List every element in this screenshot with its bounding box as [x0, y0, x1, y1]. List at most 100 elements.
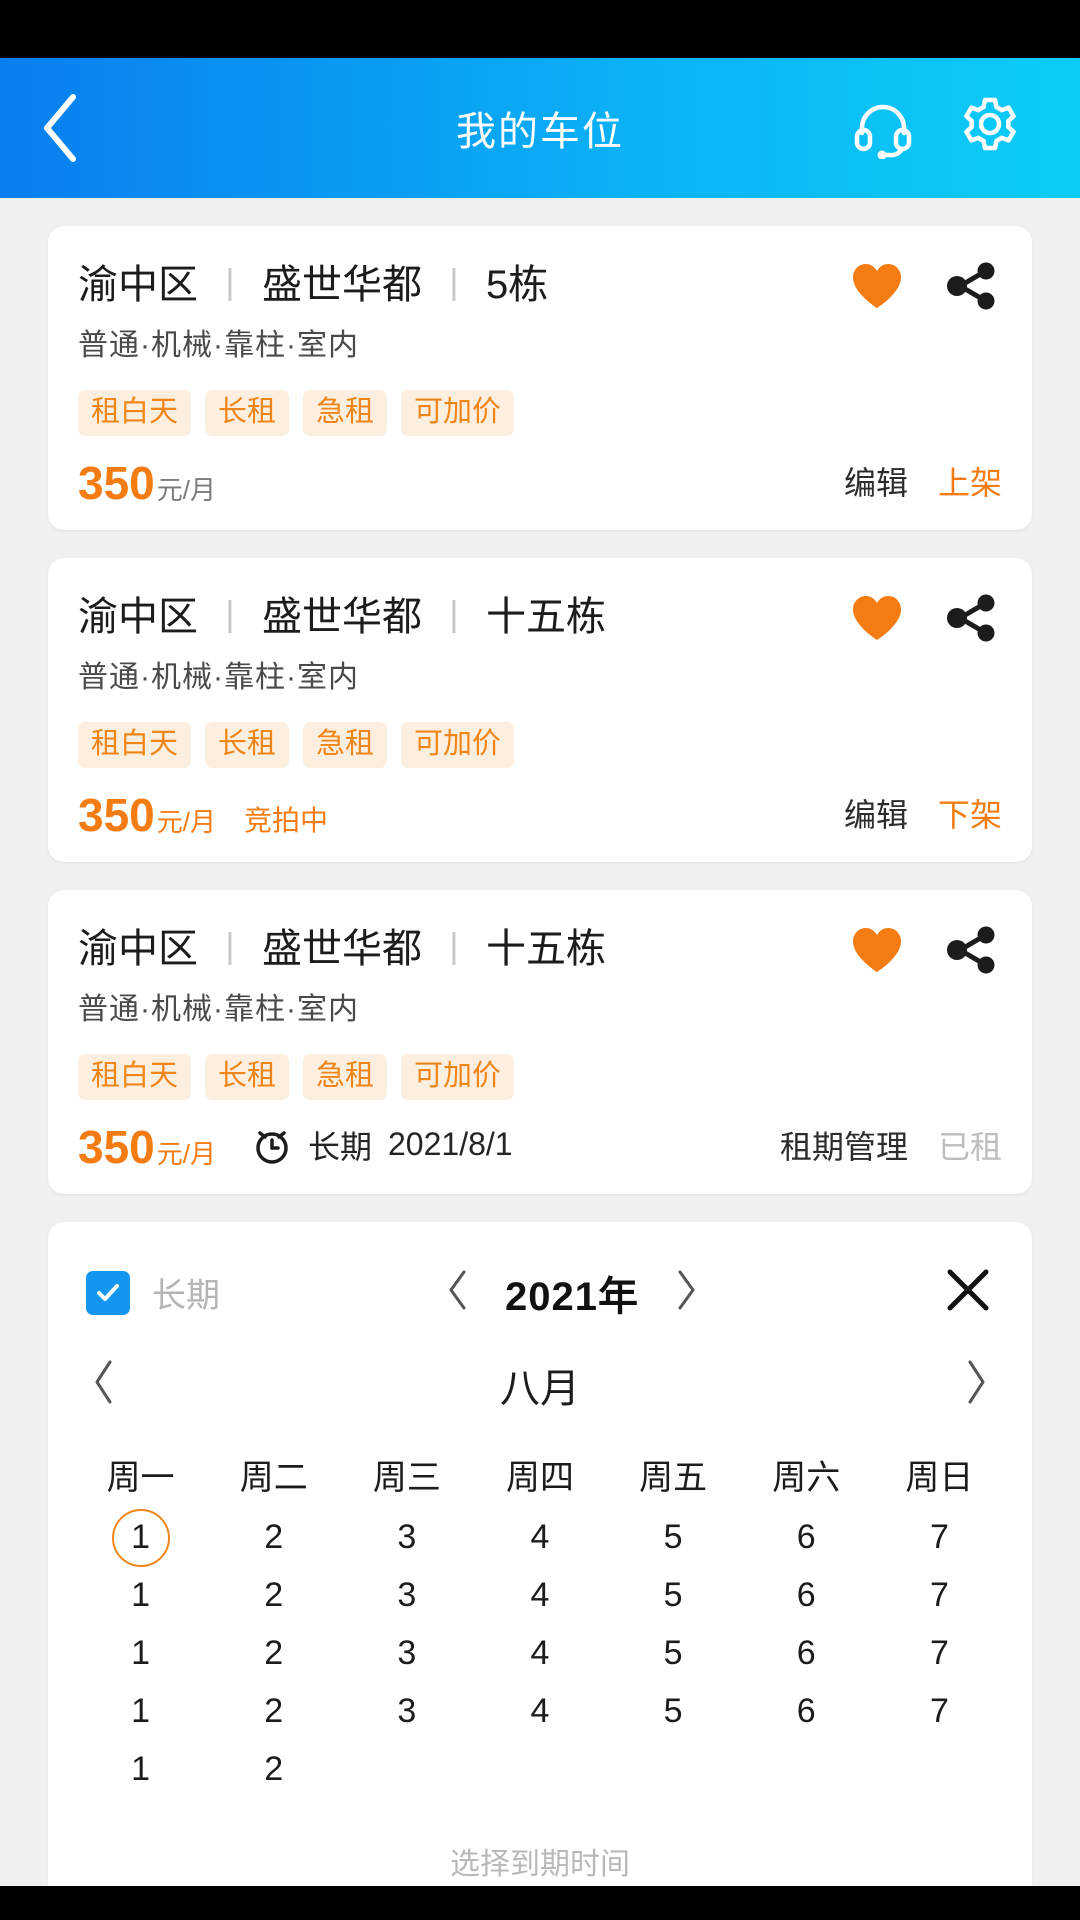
year-value: 2021年 [505, 1274, 639, 1319]
manage-term-action[interactable]: 租期管理 [780, 1122, 908, 1168]
card-attributes: 普通·机械·靠柱·室内 [78, 992, 359, 1026]
share-icon [944, 260, 998, 312]
price-unit: 元/月 [156, 474, 216, 505]
title-divider: 丨 [436, 596, 473, 638]
card-building: 十五栋 [486, 926, 607, 971]
calendar-day[interactable]: 6 [740, 1625, 873, 1683]
date-picker-header: 长期 2021年 [48, 1222, 1032, 1344]
card-attributes: 普通·机械·靠柱·室内 [78, 660, 359, 694]
calendar-day[interactable]: 1 [74, 1508, 207, 1567]
share-button[interactable] [944, 260, 998, 312]
card-icon-actions [850, 916, 1002, 976]
calendar-day[interactable]: 7 [873, 1509, 1006, 1567]
share-button[interactable] [944, 924, 998, 976]
calendar-day[interactable]: 4 [473, 1625, 606, 1683]
bottom-nav-bar [0, 1886, 1080, 1920]
card-text-actions: 租期管理 已租 [780, 1122, 1002, 1170]
calendar-day[interactable]: 1 [74, 1683, 207, 1741]
calendar-day[interactable]: 6 [740, 1509, 873, 1567]
settings-button[interactable] [958, 96, 1022, 160]
favorite-button[interactable] [850, 261, 904, 311]
card-list: 渝中区 丨 盛世华都 丨 5栋 普通·机械·靠柱·室内 租白天 长租 急租 可加… [0, 198, 1080, 1886]
weekday-label: 周三 [372, 1458, 441, 1497]
calendar-day[interactable]: 5 [607, 1683, 740, 1741]
share-button[interactable] [944, 592, 998, 644]
calendar-day[interactable]: 2 [207, 1625, 340, 1683]
calendar-day-empty [873, 1741, 1006, 1799]
year-prev-button[interactable] [445, 1268, 471, 1317]
calendar-day[interactable]: 2 [207, 1741, 340, 1799]
selected-day: 1 [111, 1508, 170, 1567]
calendar-day-empty [473, 1741, 606, 1799]
price-unit: 元/月 [156, 1138, 216, 1169]
card-text-actions: 编辑 下架 [844, 790, 1002, 838]
calendar-day[interactable]: 1 [74, 1625, 207, 1683]
parking-card[interactable]: 渝中区 丨 盛世华都 丨 5栋 普通·机械·靠柱·室内 租白天 长租 急租 可加… [48, 226, 1032, 530]
calendar-day[interactable]: 3 [340, 1509, 473, 1567]
calendar-day[interactable]: 2 [207, 1683, 340, 1741]
edit-action[interactable]: 编辑 [844, 458, 908, 504]
calendar-day[interactable]: 1 [74, 1741, 207, 1799]
card-text-actions: 编辑 上架 [844, 458, 1002, 506]
parking-card[interactable]: 渝中区 丨 盛世华都 丨 十五栋 普通·机械·靠柱·室内 租白天 长租 急租 可… [48, 557, 1032, 862]
edit-action[interactable]: 编辑 [844, 790, 908, 836]
calendar-day[interactable]: 5 [607, 1625, 740, 1683]
tag: 租白天 [78, 390, 192, 436]
calendar-day[interactable]: 3 [340, 1567, 473, 1625]
card-title-block: 渝中区 丨 盛世华都 丨 十五栋 普通·机械·靠柱·室内 [78, 916, 850, 1028]
month-next-button[interactable] [962, 1357, 990, 1412]
back-button[interactable] [0, 58, 120, 198]
calendar-day[interactable]: 7 [873, 1683, 1006, 1741]
weekday-label: 周日 [905, 1458, 974, 1497]
calendar-day[interactable]: 6 [740, 1683, 873, 1741]
close-picker-button[interactable] [924, 1264, 994, 1321]
month-value: 八月 [500, 1366, 580, 1411]
listing-action[interactable]: 上架 [938, 458, 1002, 504]
favorite-button[interactable] [850, 593, 904, 643]
calendar-day[interactable]: 1 [74, 1567, 207, 1625]
tag: 可加价 [401, 721, 515, 768]
calendar-grid: 1 2 3 4 5 6 7 1 2 3 4 5 6 7 1 2 3 4 5 6 [48, 1499, 1032, 1799]
calendar-day[interactable]: 5 [607, 1509, 740, 1567]
status-bar [0, 0, 1080, 58]
calendar-day-empty [340, 1741, 473, 1799]
support-button[interactable] [852, 97, 914, 159]
favorite-button[interactable] [850, 925, 904, 975]
close-icon [942, 1264, 994, 1321]
card-building: 5栋 [486, 263, 549, 307]
calendar-day[interactable]: 3 [340, 1625, 473, 1683]
parking-card[interactable]: 渝中区 丨 盛世华都 丨 十五栋 普通·机械·靠柱·室内 租白天 长租 急租 可… [48, 889, 1032, 1194]
calendar-day[interactable]: 4 [473, 1567, 606, 1625]
title-divider: 丨 [212, 928, 249, 970]
price-value: 350 [78, 456, 155, 509]
calendar-day[interactable]: 5 [607, 1567, 740, 1625]
card-district: 渝中区 [78, 926, 198, 971]
month-prev-button[interactable] [90, 1357, 118, 1412]
calendar-day[interactable]: 7 [873, 1567, 1006, 1625]
picker-hint: 选择到期时间 [450, 1847, 630, 1881]
calendar-day[interactable]: 7 [873, 1625, 1006, 1683]
app-screen: 我的车位 渝中区 丨 盛世华都 丨 5栋 普通·机械·靠柱·室内 租白天 长租 … [0, 0, 1080, 1920]
share-icon [944, 592, 998, 644]
tag-list: 租白天 长租 急租 可加价 [78, 1053, 1002, 1100]
calendar-day[interactable]: 6 [740, 1567, 873, 1625]
tag: 长租 [205, 1053, 290, 1100]
tag: 租白天 [78, 721, 192, 768]
tag-list: 租白天 长租 急租 可加价 [78, 390, 1002, 436]
listing-action[interactable]: 下架 [938, 790, 1002, 836]
tag: 可加价 [401, 390, 515, 436]
calendar-day[interactable]: 2 [207, 1567, 340, 1625]
calendar-day[interactable]: 4 [473, 1683, 606, 1741]
calendar-day[interactable]: 3 [340, 1683, 473, 1741]
rental-term: 长期 2021/8/1 [250, 1122, 513, 1170]
weekday-label: 周二 [239, 1458, 308, 1497]
calendar-day[interactable]: 4 [473, 1509, 606, 1567]
month-selector: 八月 [48, 1344, 1032, 1422]
tag: 租白天 [78, 1053, 192, 1100]
year-next-button[interactable] [673, 1268, 699, 1317]
calendar-day[interactable]: 2 [207, 1509, 340, 1567]
card-title: 渝中区 丨 盛世华都 丨 5栋 [78, 252, 850, 310]
card-header: 渝中区 丨 盛世华都 丨 十五栋 普通·机械·靠柱·室内 [78, 584, 1002, 696]
card-community: 盛世华都 [262, 594, 423, 639]
long-term-checkbox[interactable] [86, 1270, 130, 1315]
